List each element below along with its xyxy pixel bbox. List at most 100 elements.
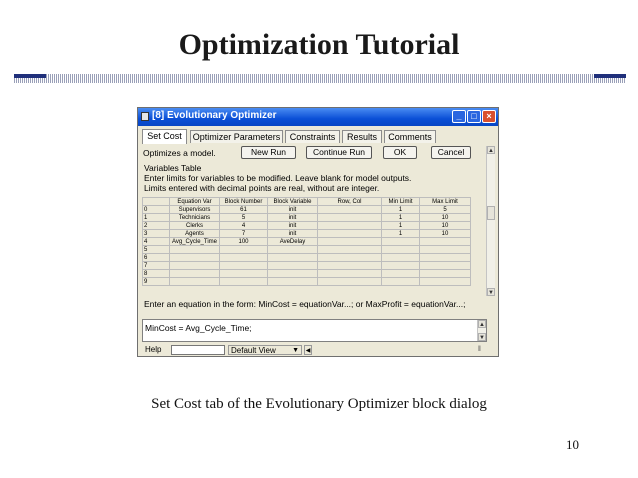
table-cell[interactable] [267, 269, 318, 278]
table-cell[interactable] [317, 229, 382, 238]
table-cell[interactable]: 10 [419, 221, 471, 230]
table-cell[interactable] [419, 237, 471, 246]
scroll-left-arrow-icon[interactable]: ◀ [304, 345, 312, 355]
table-cell[interactable] [317, 261, 382, 270]
table-cell[interactable]: init [267, 205, 318, 214]
table-cell[interactable] [267, 277, 318, 286]
table-cell[interactable] [267, 253, 318, 262]
variables-table: Equation Var Block Number Block Variable… [142, 197, 471, 286]
table-cell[interactable]: init [267, 213, 318, 222]
view-selector[interactable]: Default View ▼ [228, 345, 302, 355]
tab-set-cost[interactable]: Set Cost [142, 129, 187, 144]
equation-scrollbar[interactable]: ▲ ▼ [477, 320, 486, 341]
table-cell[interactable] [219, 277, 268, 286]
table-row: 8 [142, 269, 471, 278]
ok-button[interactable]: OK [383, 146, 417, 159]
help-button[interactable]: Help [142, 345, 170, 355]
row-number: 2 [142, 221, 170, 230]
table-cell[interactable] [317, 269, 382, 278]
table-cell[interactable] [419, 277, 471, 286]
table-cell[interactable]: 10 [419, 229, 471, 238]
table-cell[interactable] [381, 237, 420, 246]
equation-scroll-down-icon[interactable]: ▼ [478, 333, 486, 341]
table-cell[interactable] [381, 253, 420, 262]
status-field [171, 345, 225, 355]
table-row: 0 Supervisors 61 init 1 5 [142, 205, 471, 214]
minimize-button[interactable]: _ [452, 110, 466, 123]
close-button[interactable]: × [482, 110, 496, 123]
table-cell[interactable] [219, 245, 268, 254]
table-cell[interactable] [317, 277, 382, 286]
table-cell[interactable] [419, 269, 471, 278]
table-cell[interactable]: 61 [219, 205, 268, 214]
table-cell[interactable] [381, 269, 420, 278]
dropdown-arrow-icon[interactable]: ▼ [292, 346, 299, 356]
table-cell[interactable] [317, 213, 382, 222]
scroll-up-arrow-icon[interactable]: ▲ [487, 146, 495, 154]
table-cell[interactable]: 10 [419, 213, 471, 222]
row-number: 5 [142, 245, 170, 254]
table-vertical-scrollbar[interactable]: ▲ ▼ [486, 146, 495, 296]
page-number: 10 [566, 437, 579, 452]
table-cell[interactable] [419, 245, 471, 254]
scroll-down-arrow-icon[interactable]: ▼ [487, 288, 495, 296]
table-cell[interactable]: 1 [381, 213, 420, 222]
table-cell[interactable] [267, 245, 318, 254]
table-cell[interactable]: 5 [419, 205, 471, 214]
table-cell[interactable]: Agents [169, 229, 220, 238]
table-cell[interactable]: Supervisors [169, 205, 220, 214]
table-cell[interactable]: 5 [219, 213, 268, 222]
table-cell[interactable]: init [267, 221, 318, 230]
table-cell[interactable] [219, 261, 268, 270]
table-cell[interactable] [419, 253, 471, 262]
tab-results[interactable]: Results [342, 130, 382, 143]
tab-optimizer-parameters[interactable]: Optimizer Parameters [190, 130, 283, 143]
new-run-button[interactable]: New Run [241, 146, 296, 159]
continue-run-button[interactable]: Continue Run [306, 146, 372, 159]
variables-instruction-2: Limits entered with decimal points are r… [144, 183, 380, 193]
maximize-button[interactable]: □ [467, 110, 481, 123]
equation-box[interactable]: MinCost = Avg_Cycle_Time; ▲ ▼ [142, 319, 487, 342]
table-cell[interactable]: Technicians [169, 213, 220, 222]
table-cell[interactable] [169, 245, 220, 254]
table-cell[interactable] [419, 261, 471, 270]
table-cell[interactable] [381, 245, 420, 254]
table-cell[interactable]: Clerks [169, 221, 220, 230]
table-cell[interactable]: 1 [381, 205, 420, 214]
row-number: 9 [142, 277, 170, 286]
tab-constraints[interactable]: Constraints [285, 130, 340, 143]
scroll-thumb[interactable] [487, 206, 495, 220]
table-cell[interactable] [381, 277, 420, 286]
table-cell[interactable] [219, 253, 268, 262]
table-cell[interactable] [219, 269, 268, 278]
table-cell[interactable] [381, 261, 420, 270]
table-cell[interactable] [169, 269, 220, 278]
table-cell[interactable]: 1 [381, 221, 420, 230]
table-cell[interactable]: 4 [219, 221, 268, 230]
tab-comments[interactable]: Comments [384, 130, 436, 143]
table-cell[interactable]: Avg_Cycle_Time [169, 237, 220, 246]
equation-prompt: Enter an equation in the form: MinCost =… [144, 299, 466, 309]
table-cell[interactable]: 1 [381, 229, 420, 238]
row-number: 4 [142, 237, 170, 246]
table-cell[interactable] [169, 253, 220, 262]
table-cell[interactable] [317, 253, 382, 262]
equation-text[interactable]: MinCost = Avg_Cycle_Time; [145, 323, 252, 333]
table-cell[interactable] [169, 261, 220, 270]
table-cell[interactable] [267, 261, 318, 270]
table-cell[interactable]: init [267, 229, 318, 238]
equation-scroll-up-icon[interactable]: ▲ [478, 320, 486, 328]
table-cell[interactable]: 7 [219, 229, 268, 238]
table-cell[interactable] [169, 277, 220, 286]
table-cell[interactable]: 100 [219, 237, 268, 246]
window-app-icon[interactable] [141, 112, 149, 121]
table-cell[interactable] [317, 245, 382, 254]
column-header: Block Number [219, 197, 268, 206]
cancel-button[interactable]: Cancel [431, 146, 471, 159]
table-cell[interactable] [317, 205, 382, 214]
table-cell[interactable]: AveDelay [267, 237, 318, 246]
table-cell[interactable] [317, 221, 382, 230]
table-cell[interactable] [317, 237, 382, 246]
resize-grip-icon[interactable]: ‖ [478, 345, 488, 355]
title-bar[interactable]: [8] Evolutionary Optimizer _ □ × [138, 108, 498, 126]
